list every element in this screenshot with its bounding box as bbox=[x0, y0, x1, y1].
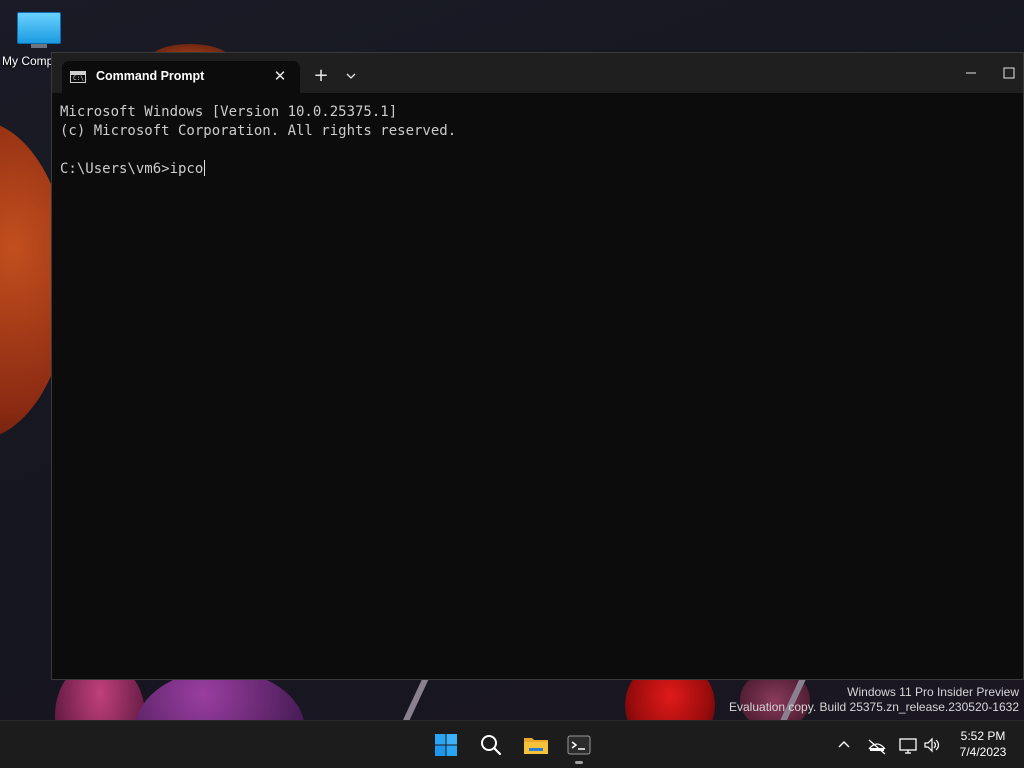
volume-icon bbox=[924, 737, 940, 753]
volume-button[interactable] bbox=[922, 733, 942, 757]
console-line: (c) Microsoft Corporation. All rights re… bbox=[60, 123, 457, 139]
display-icon bbox=[899, 738, 917, 754]
tab-command-prompt[interactable]: C:\. Command Prompt ✕ bbox=[62, 61, 300, 93]
console-output[interactable]: Microsoft Windows [Version 10.0.25375.1]… bbox=[60, 103, 1015, 671]
terminal-taskbar-button[interactable] bbox=[559, 725, 599, 765]
start-button[interactable] bbox=[426, 725, 466, 765]
new-tab-button[interactable]: + bbox=[311, 66, 331, 86]
terminal-window[interactable]: C:\. Command Prompt ✕ + Microsoft Window… bbox=[51, 52, 1024, 680]
title-bar[interactable]: C:\. Command Prompt ✕ + bbox=[52, 53, 1023, 93]
network-button[interactable] bbox=[866, 733, 888, 757]
search-icon bbox=[481, 735, 502, 756]
file-explorer-icon bbox=[524, 738, 548, 754]
command-prompt-icon-text: C:\. bbox=[73, 75, 88, 82]
running-indicator bbox=[575, 761, 583, 764]
terminal-icon bbox=[567, 735, 591, 755]
chevron-up-icon bbox=[838, 741, 850, 748]
watermark-line: Evaluation copy. Build 25375.zn_release.… bbox=[729, 700, 1019, 714]
tab-title: Command Prompt bbox=[96, 69, 205, 83]
console-line: Microsoft Windows [Version 10.0.25375.1] bbox=[60, 104, 398, 120]
clock-date: 7/4/2023 bbox=[959, 745, 1007, 759]
clock-time: 5:52 PM bbox=[960, 729, 1006, 743]
show-hidden-icons-button[interactable] bbox=[834, 733, 854, 757]
minimize-button[interactable] bbox=[959, 63, 983, 83]
command-prompt-icon: C:\. bbox=[70, 71, 88, 83]
command-prompt-input[interactable]: C:\Users\vm6>ipco bbox=[60, 161, 203, 177]
network-disconnected-icon bbox=[868, 739, 886, 755]
close-tab-button[interactable]: ✕ bbox=[270, 66, 290, 86]
evaluation-watermark: Windows 11 Pro Insider Preview Evaluatio… bbox=[729, 685, 1019, 715]
command-line[interactable]: C:\Users\vm6>ipco bbox=[60, 160, 1015, 179]
maximize-button[interactable] bbox=[995, 63, 1023, 83]
minimize-icon bbox=[966, 72, 976, 74]
search-button[interactable] bbox=[471, 725, 511, 765]
monitor-icon bbox=[17, 12, 61, 44]
monitor-stand bbox=[31, 44, 47, 48]
start-icon bbox=[435, 734, 457, 756]
watermark-line: Windows 11 Pro Insider Preview bbox=[847, 685, 1019, 699]
tab-dropdown-button[interactable] bbox=[341, 66, 361, 86]
taskbar: 5:52 PM 7/4/2023 bbox=[0, 720, 1024, 768]
file-explorer-button[interactable] bbox=[515, 725, 555, 765]
chevron-down-icon bbox=[346, 73, 356, 79]
maximize-icon bbox=[1003, 67, 1015, 79]
display-button[interactable] bbox=[898, 733, 918, 757]
clock[interactable]: 5:52 PM 7/4/2023 bbox=[948, 728, 1018, 760]
text-cursor bbox=[204, 160, 206, 176]
